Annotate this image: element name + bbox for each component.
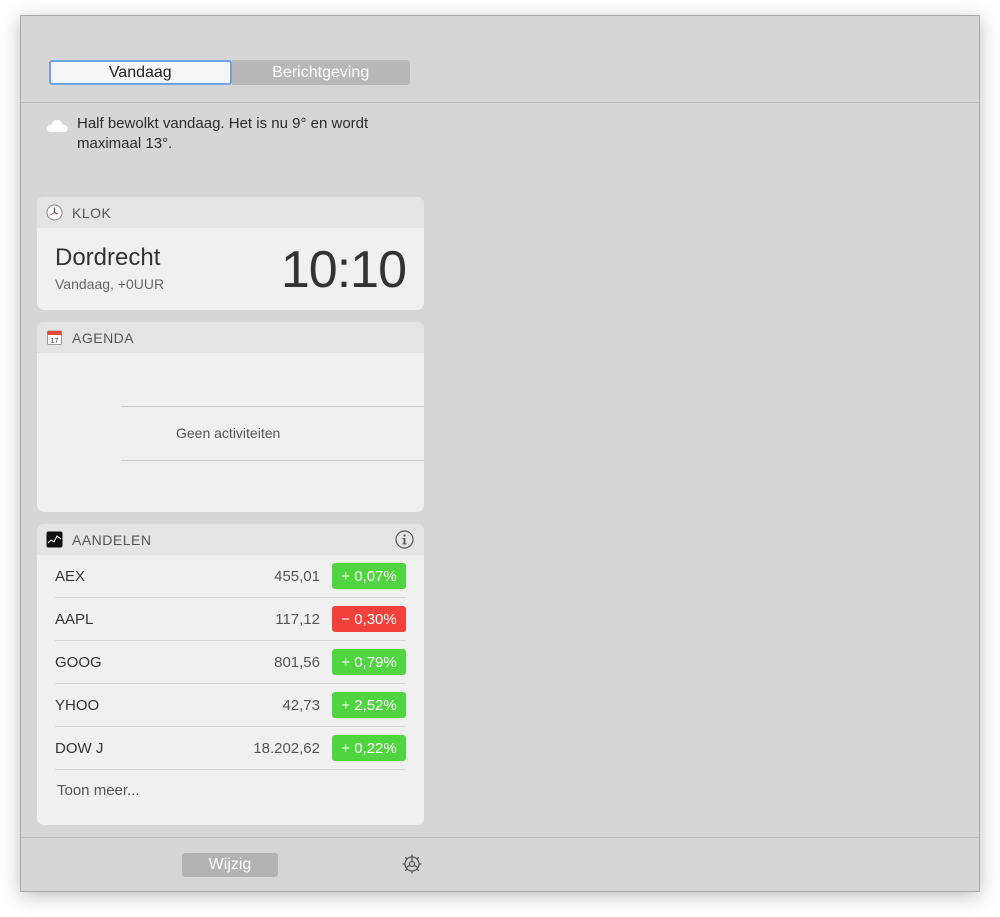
stock-symbol: AEX — [55, 567, 86, 585]
stock-price: 42,73 — [282, 696, 320, 714]
calendar-icon-day: 17 — [51, 338, 59, 345]
agenda-divider — [121, 406, 424, 407]
cloud-icon — [46, 119, 68, 132]
stock-change-badge[interactable]: + 0,07% — [332, 563, 406, 589]
stock-symbol: GOOG — [55, 653, 102, 671]
stock-change-badge[interactable]: + 2,52% — [332, 692, 406, 718]
weather-text: Half bewolkt vandaag. Het is nu 9° en wo… — [77, 115, 369, 152]
edit-button[interactable]: Wijzig — [182, 853, 278, 877]
clock-icon — [46, 204, 63, 221]
footer-divider — [21, 837, 979, 838]
header-divider — [21, 102, 979, 103]
stocks-widget-title: AANDELEN — [72, 531, 152, 548]
stock-change-badge[interactable]: + 0,79% — [332, 649, 406, 675]
stock-change-badge[interactable]: − 0,30% — [332, 606, 406, 632]
tab-vandaag[interactable]: Vandaag — [49, 60, 232, 85]
clock-widget: KLOK Dordrecht Vandaag, +0UUR 10:10 — [37, 197, 424, 310]
calendar-widget: 17 AGENDA Geen activiteiten — [37, 322, 424, 512]
stock-change-badge[interactable]: + 0,22% — [332, 735, 406, 761]
calendar-widget-title: AGENDA — [72, 329, 135, 346]
clock-city: Dordrecht — [55, 244, 161, 271]
clock-offset: Vandaag, +0UUR — [55, 276, 165, 292]
stock-symbol: DOW J — [55, 739, 104, 757]
agenda-empty-text: Geen activiteiten — [176, 425, 281, 441]
agenda-divider — [121, 460, 424, 461]
stock-row-aapl[interactable]: AAPL 117,12 − 0,30% — [55, 598, 406, 641]
stocks-icon — [46, 531, 63, 548]
view-segmented-control: Vandaag Berichtgeving — [49, 60, 410, 85]
stock-row-dowj[interactable]: DOW J 18.202,62 + 0,22% — [55, 727, 406, 770]
stock-price: 455,01 — [274, 567, 320, 585]
stock-price: 18.202,62 — [253, 739, 320, 757]
calendar-widget-body: Geen activiteiten — [37, 353, 424, 512]
calendar-widget-header: 17 AGENDA — [37, 322, 424, 353]
stock-row-aex[interactable]: AEX 455,01 + 0,07% — [55, 555, 406, 598]
show-more-link[interactable]: Toon meer... — [37, 770, 424, 811]
info-icon[interactable] — [395, 530, 414, 549]
clock-widget-title: KLOK — [72, 204, 112, 221]
stocks-widget: AANDELEN AEX 455,01 + 0,07% AAPL 117,12 … — [37, 524, 424, 825]
stock-list: AEX 455,01 + 0,07% AAPL 117,12 − 0,30% G… — [37, 555, 424, 770]
stock-symbol: YHOO — [55, 696, 100, 714]
weather-summary: Half bewolkt vandaag. Het is nu 9° en wo… — [45, 114, 405, 154]
notification-center-window: Vandaag Berichtgeving Half bewolkt vanda… — [20, 15, 980, 892]
tab-berichtgeving[interactable]: Berichtgeving — [231, 60, 410, 85]
clock-widget-header: KLOK — [37, 197, 424, 228]
stock-symbol: AAPL — [55, 610, 94, 628]
stock-price: 801,56 — [274, 653, 320, 671]
clock-time: 10:10 — [280, 241, 407, 299]
stocks-widget-header: AANDELEN — [37, 524, 424, 555]
stock-price: 117,12 — [275, 610, 320, 628]
clock-widget-body: Dordrecht Vandaag, +0UUR 10:10 — [37, 228, 424, 310]
stock-row-yhoo[interactable]: YHOO 42,73 + 2,52% — [55, 684, 406, 727]
calendar-icon: 17 — [47, 330, 62, 345]
stock-row-goog[interactable]: GOOG 801,56 + 0,79% — [55, 641, 406, 684]
gear-icon[interactable] — [401, 853, 423, 875]
